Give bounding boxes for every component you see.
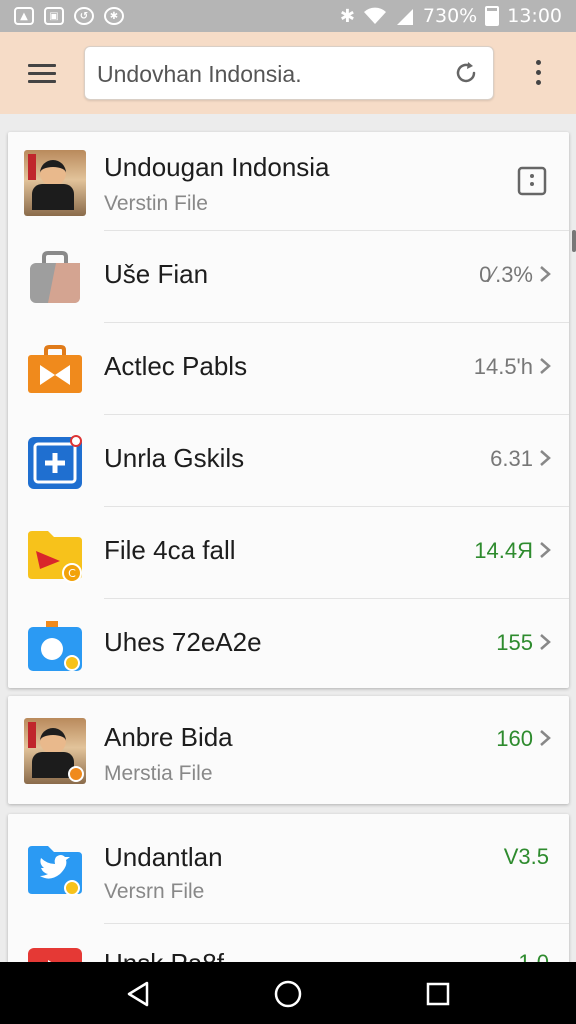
info-square-icon[interactable]	[517, 166, 547, 196]
header-row[interactable]: Undougan Indonsia Verstin File	[8, 132, 569, 231]
navigation-bar	[0, 962, 576, 1024]
list-item[interactable]: Uše Fian 0⁄.3%	[8, 231, 569, 323]
list-item-title: Undantlan	[104, 842, 223, 872]
list-item[interactable]: Undantlan Versrn File V3.5	[8, 814, 569, 924]
refresh-icon[interactable]	[453, 60, 479, 86]
chevron-right-icon	[540, 450, 551, 466]
card-subtitle: Merstia File	[104, 762, 213, 785]
settings-notification-icon: ✱	[104, 7, 124, 25]
more-vertical-icon[interactable]	[530, 60, 546, 88]
back-triangle-icon[interactable]	[123, 979, 153, 1009]
list-item-value: 14.4Я	[474, 538, 533, 563]
clock: 13:00	[507, 5, 562, 27]
shopping-bag-icon	[30, 251, 80, 303]
chevron-right-icon	[540, 634, 551, 650]
plus-box-icon	[28, 435, 82, 489]
battery-icon	[485, 6, 500, 26]
list-item-title: Uhes 72eA2e	[104, 627, 262, 657]
app-toolbar	[0, 32, 576, 114]
chevron-right-icon	[540, 358, 551, 374]
camera-icon	[28, 621, 82, 671]
list-item-title: File 4ca fall	[104, 535, 236, 565]
bluetooth-icon: ✱	[339, 5, 355, 27]
list-item-value: 6.31	[490, 446, 533, 471]
image-notification-icon: ▲	[14, 7, 34, 25]
chevron-right-icon	[540, 266, 551, 282]
list-item-value: 14.5'h	[473, 354, 533, 379]
list-item[interactable]: C File 4ca fall 14.4Я	[8, 507, 569, 599]
avatar	[24, 150, 86, 216]
signal-icon	[396, 9, 413, 25]
scrollbar[interactable]	[572, 230, 576, 252]
header-title: Undougan Indonsia	[104, 152, 330, 182]
list-item-value: V3.5	[503, 844, 549, 869]
wifi-icon	[363, 7, 386, 24]
secondary-card[interactable]: Anbre Bida Merstia File 160	[8, 696, 569, 804]
recents-square-icon[interactable]	[423, 979, 453, 1009]
list-item-title: Actlec Pabls	[104, 351, 248, 381]
calendar-notification-icon: ▣	[44, 7, 64, 25]
list-item-title: Uše Fian	[104, 259, 209, 289]
chevron-right-icon	[540, 730, 551, 746]
battery-percentage: 730%	[422, 5, 478, 27]
card-title: Anbre Bida	[104, 722, 233, 752]
folder-icon: C	[28, 531, 82, 583]
briefcase-icon	[28, 345, 82, 393]
cast-notification-icon: ↺	[74, 7, 94, 25]
list-item[interactable]: Unrla Gskils 6.31	[8, 415, 569, 507]
list-item-subtitle: Versrn File	[104, 880, 205, 903]
search-box[interactable]	[84, 46, 494, 100]
third-card: Undantlan Versrn File V3.5 Unsk Pa8f 1.0	[8, 814, 569, 974]
hamburger-menu-icon[interactable]	[28, 64, 56, 84]
list-item[interactable]: Uhes 72eA2e 155	[8, 599, 569, 688]
list-item-value: 0⁄.3%	[479, 262, 533, 287]
list-item[interactable]: Actlec Pabls 14.5'h	[8, 323, 569, 415]
card-value: 160	[496, 726, 533, 751]
main-list-card: Undougan Indonsia Verstin File Uše Fian …	[8, 132, 569, 688]
status-bar: ▲ ▣ ↺ ✱ ✱ 730% 13:00	[0, 0, 576, 32]
header-subtitle: Verstin File	[104, 192, 208, 215]
avatar	[24, 718, 86, 784]
twitter-icon	[28, 846, 82, 896]
svg-text:C: C	[68, 567, 76, 580]
chevron-right-icon	[540, 542, 551, 558]
list-item-value: 155	[496, 630, 533, 655]
list-item-title: Unrla Gskils	[104, 443, 245, 473]
search-input[interactable]	[97, 57, 437, 91]
home-circle-icon[interactable]	[273, 979, 303, 1009]
